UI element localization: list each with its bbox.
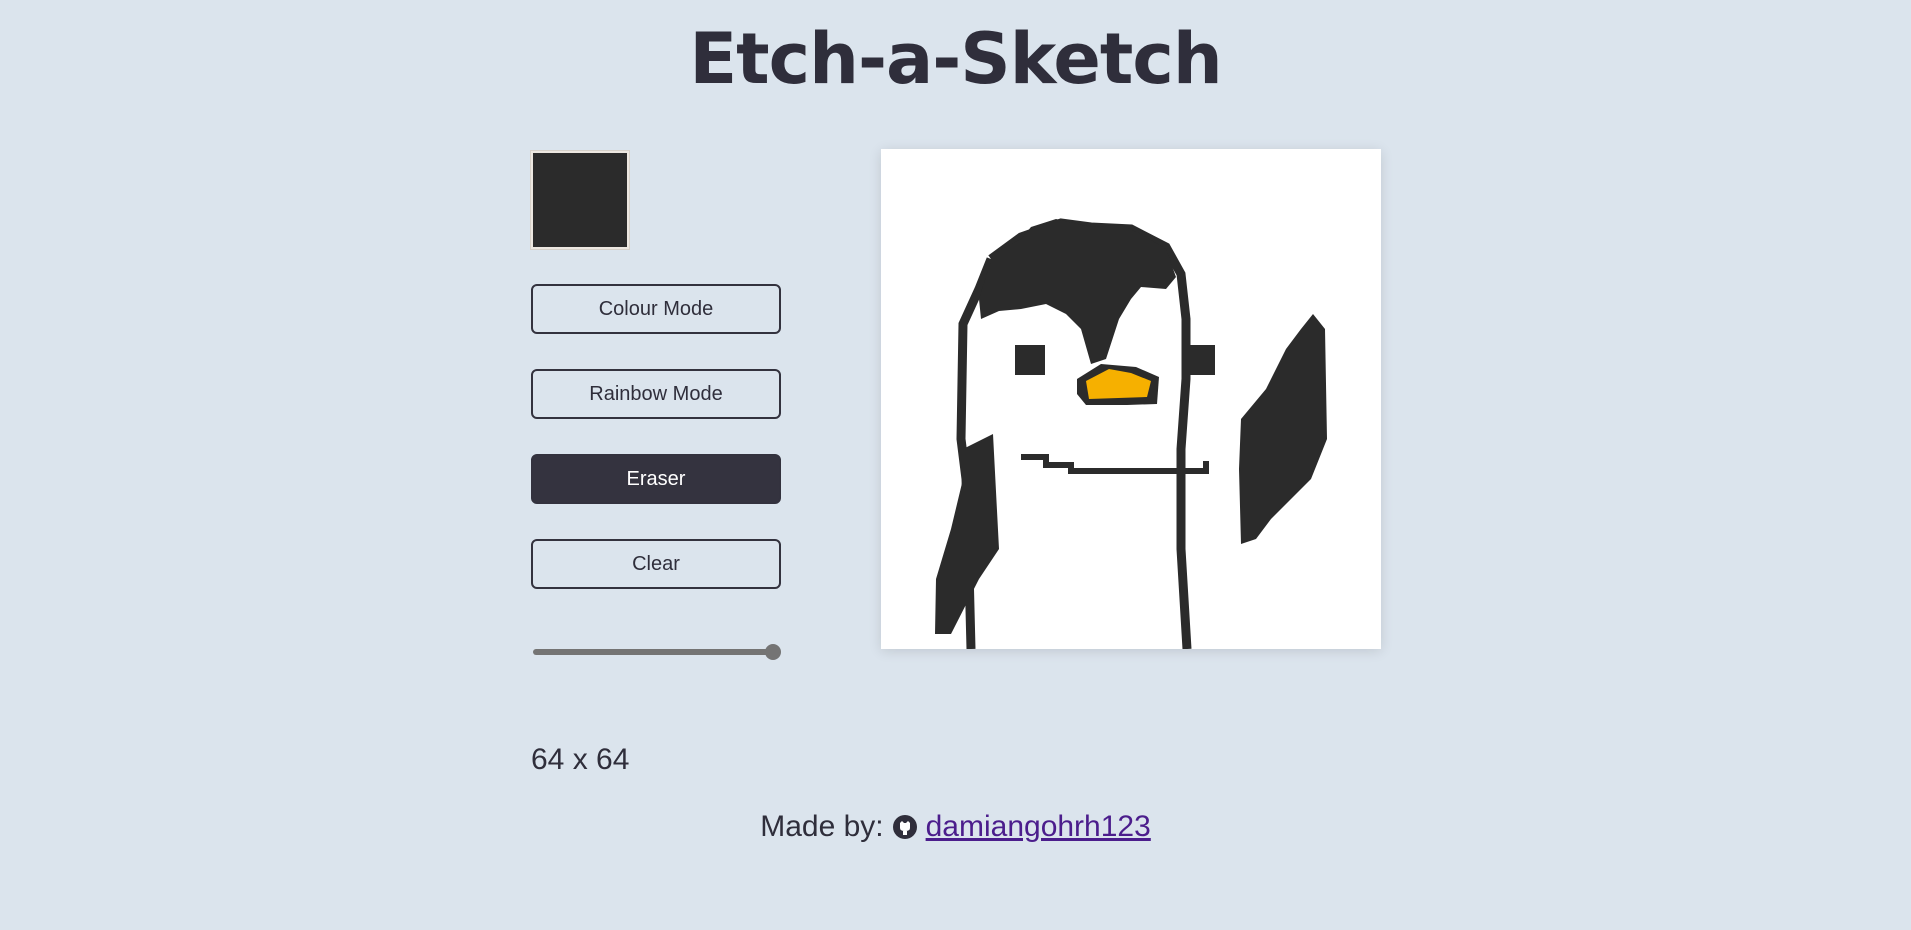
colour-picker[interactable] [531, 151, 629, 249]
slider-track [533, 649, 773, 655]
penguin-drawing [935, 218, 1327, 649]
right-flipper [1239, 314, 1327, 544]
clear-button[interactable]: Clear [531, 539, 781, 589]
rainbow-mode-button[interactable]: Rainbow Mode [531, 369, 781, 419]
footer: Made by: damiangohrh123 [0, 810, 1911, 844]
made-by-label: Made by: [760, 810, 884, 843]
eraser-button[interactable]: Eraser [531, 454, 781, 504]
grid-size-slider[interactable] [533, 641, 781, 661]
slider-thumb[interactable] [765, 644, 781, 660]
colour-mode-button[interactable]: Colour Mode [531, 284, 781, 334]
grid-size-label: 64 x 64 [531, 743, 630, 776]
page-title: Etch-a-Sketch [689, 18, 1222, 100]
right-eye [1185, 345, 1215, 375]
author-link[interactable]: damiangohrh123 [926, 810, 1151, 844]
sketch-canvas[interactable] [881, 149, 1381, 649]
left-eye [1015, 345, 1045, 375]
github-icon [892, 814, 918, 840]
